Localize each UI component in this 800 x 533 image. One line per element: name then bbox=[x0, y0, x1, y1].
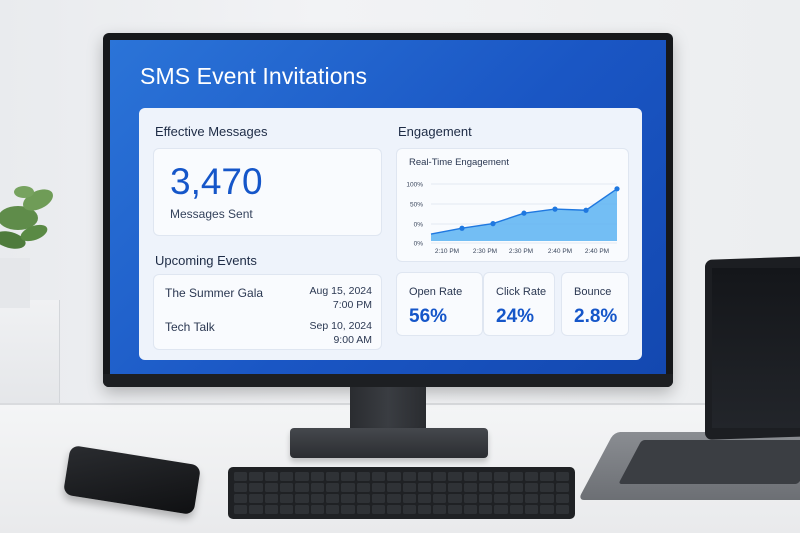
keyboard bbox=[228, 467, 575, 519]
y-tick-label: 100% bbox=[406, 182, 423, 189]
laptop-display bbox=[712, 268, 800, 428]
photo-scene: SMS Event Invitations Effective Messages… bbox=[0, 0, 800, 533]
chart-data-point bbox=[552, 206, 558, 212]
bounce-value: 2.8% bbox=[574, 306, 618, 327]
messages-sent-label: Messages Sent bbox=[170, 207, 253, 221]
event-date: Aug 15, 2024 bbox=[309, 285, 372, 297]
chart-data-point bbox=[459, 225, 465, 231]
bounce-label: Bounce bbox=[574, 286, 612, 298]
x-tick-label: 2:10 PM bbox=[435, 248, 459, 255]
engagement-heading: Engagement bbox=[398, 124, 472, 139]
click-rate-label: Click Rate bbox=[496, 286, 547, 298]
monitor-stand-base bbox=[290, 428, 488, 458]
effective-messages-heading: Effective Messages bbox=[155, 124, 268, 139]
chart-data-point bbox=[614, 186, 620, 192]
laptop-keyboard bbox=[618, 440, 800, 484]
chart-data-point bbox=[521, 210, 527, 216]
event-time: 9:00 AM bbox=[333, 334, 372, 346]
x-tick-label: 2:40 PM bbox=[548, 248, 572, 255]
monitor-chin bbox=[103, 374, 673, 387]
upcoming-events-heading: Upcoming Events bbox=[155, 253, 257, 268]
bounce-card[interactable]: Bounce 2.8% bbox=[562, 273, 628, 335]
engagement-area-chart: 100% 50% 0% 0% 2:10 PM 2:30 PM 2:30 PM 2:40 PM 2… bbox=[406, 182, 620, 255]
dashboard-panel: Effective Messages 3,470 Messages Sent U… bbox=[139, 108, 642, 360]
chart-data-point bbox=[490, 221, 496, 227]
x-tick-label: 2:30 PM bbox=[473, 248, 497, 255]
engagement-chart-card: Real-Time Engagement 100% 50% 0% 0% 2:10 PM 2… bbox=[397, 149, 628, 261]
open-rate-card[interactable]: Open Rate 56% bbox=[397, 273, 482, 335]
y-tick-label: 0% bbox=[414, 241, 424, 248]
upcoming-events-card: The Summer Gala Aug 15, 2024 7:00 PM Tec… bbox=[154, 275, 381, 349]
messages-sent-card[interactable]: 3,470 Messages Sent bbox=[154, 149, 381, 235]
event-date: Sep 10, 2024 bbox=[309, 320, 372, 332]
x-tick-label: 2:30 PM bbox=[509, 248, 533, 255]
x-tick-label: 2:40 PM bbox=[585, 248, 609, 255]
app-title: SMS Event Invitations bbox=[140, 63, 368, 89]
plant-decoration bbox=[0, 186, 53, 308]
event-name: The Summer Gala bbox=[165, 286, 264, 300]
open-rate-value: 56% bbox=[409, 306, 448, 327]
y-tick-label: 0% bbox=[414, 222, 424, 229]
side-cabinet bbox=[0, 300, 60, 420]
click-rate-card[interactable]: Click Rate 24% bbox=[484, 273, 554, 335]
event-time: 7:00 PM bbox=[332, 299, 372, 311]
event-name: Tech Talk bbox=[165, 320, 215, 334]
open-rate-label: Open Rate bbox=[409, 286, 463, 298]
click-rate-value: 24% bbox=[496, 306, 535, 327]
messages-sent-count: 3,470 bbox=[170, 161, 263, 202]
keyboard-keys bbox=[234, 472, 569, 514]
monitor-screen: SMS Event Invitations Effective Messages… bbox=[110, 40, 666, 374]
chart-data-point bbox=[583, 207, 589, 213]
y-tick-label: 50% bbox=[410, 202, 423, 209]
